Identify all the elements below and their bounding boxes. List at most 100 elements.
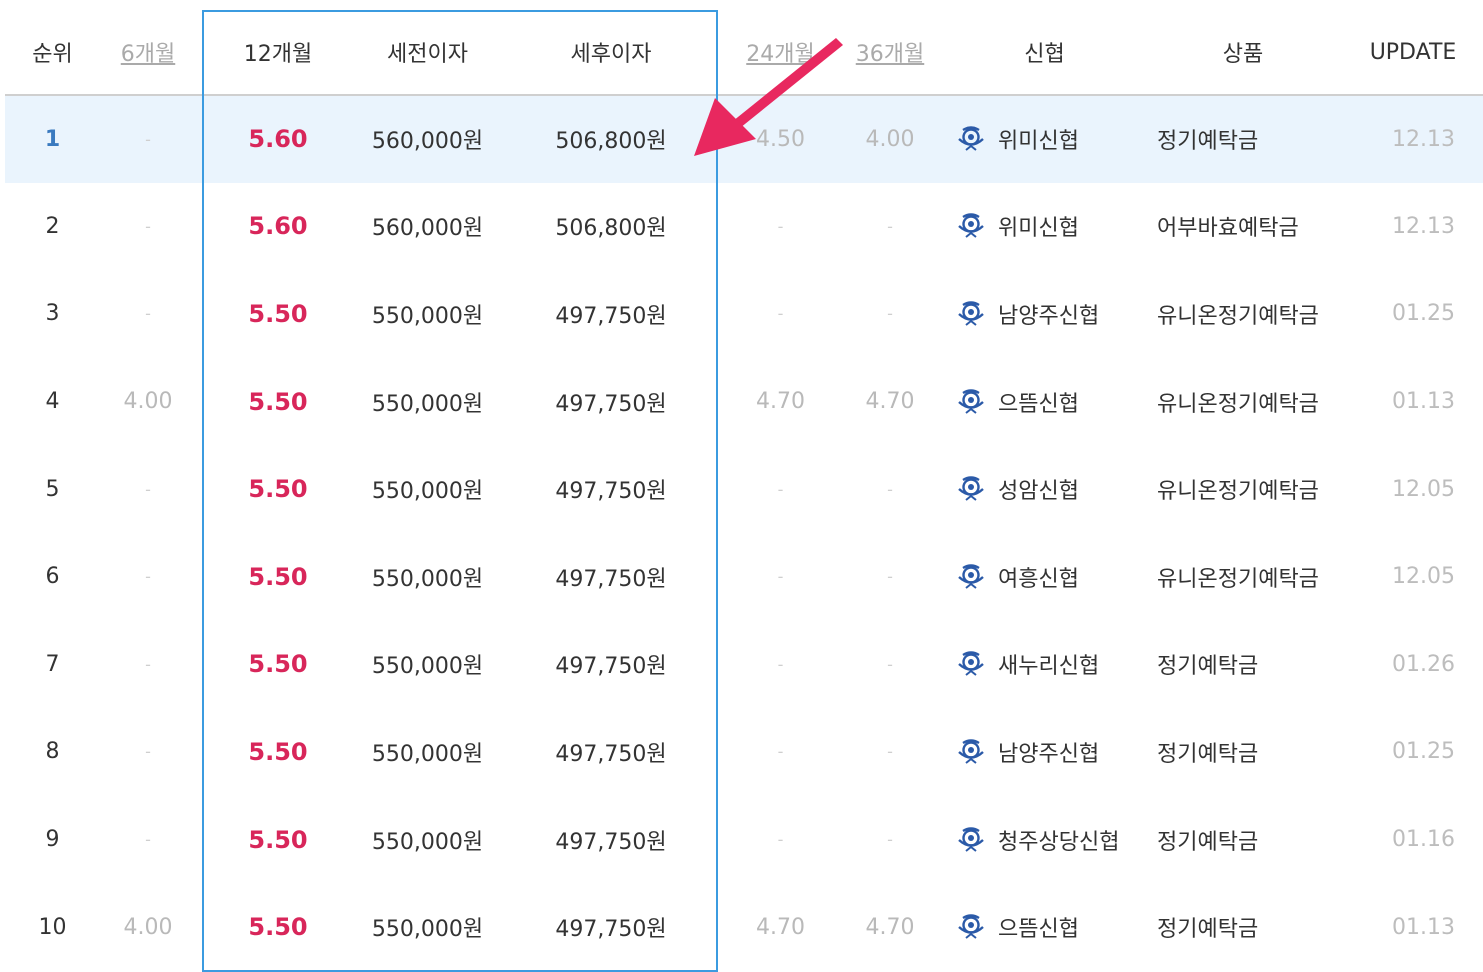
aftertax-interest-cell: 497,750원 [555,566,667,592]
rate-24m-cell: - [777,654,784,674]
pretax-interest-cell: 550,000원 [371,566,484,592]
bank-cell: 으뜸신협 [946,358,1143,446]
credit-union-logo-icon [956,912,986,942]
aftertax-interest-cell: 497,750원 [555,741,667,767]
update-cell: 12.05 [1392,564,1455,590]
table-row[interactable]: 2 - 5.60 560,000원 506,800원 - - 위미신협 어부바효예탁금 12.13 [5,183,1483,271]
product-cell: 어부바효예탁금 [1157,216,1299,242]
bank-name[interactable]: 남양주신협 [998,742,1099,767]
deposit-rate-table: 순위 6개월 12개월 세전이자 세후이자 24개월 36개월 신협 상품 UP… [5,10,1483,971]
aftertax-interest-cell: 506,800원 [495,95,727,183]
rank-cell: 2 [45,213,60,239]
table-row[interactable]: 9 - 5.50 550,000원 497,750원 - - 청주상당신협 정기예탁금 01.16 [5,796,1483,884]
credit-union-logo-icon [956,649,986,679]
rate-6m-cell: - [145,567,151,587]
pretax-interest-cell: 550,000원 [371,829,484,855]
aftertax-interest-cell: 497,750원 [555,654,667,680]
aftertax-interest-cell: 497,750원 [555,303,667,329]
product-cell: 정기예탁금 [1157,741,1259,767]
rate-12m-cell: 5.50 [248,913,308,942]
rank-cell: 9 [45,827,60,853]
rate-6m-cell: - [145,216,151,236]
rank-cell: 3 [45,301,60,327]
bank-name[interactable]: 위미신협 [998,129,1079,154]
table-row[interactable]: 3 - 5.50 550,000원 497,750원 - - 남양주신협 유니온정기예탁금 01.… [5,270,1483,358]
pretax-interest-cell: 550,000원 [371,917,484,943]
rank-cell: 8 [45,739,60,765]
rate-36m-cell: - [887,479,893,499]
pretax-interest-cell: 550,000원 [371,391,484,417]
rate-6m-cell: - [145,479,151,499]
bank-name[interactable]: 으뜸신협 [998,392,1079,417]
update-cell: 01.13 [1392,389,1455,415]
col-bank-header: 신협 [946,10,1143,96]
rate-12m-cell: 5.60 [248,212,308,241]
product-cell: 유니온정기예탁금 [1157,479,1319,505]
rank-cell: 10 [38,914,67,940]
bank-cell: 남양주신협 [946,708,1143,796]
bank-name[interactable]: 청주상당신협 [998,830,1119,855]
update-cell: 01.25 [1392,739,1455,765]
rate-6m-cell: - [145,742,151,762]
bank-name[interactable]: 여흥신협 [998,567,1079,592]
col-36m-link[interactable]: 36개월 [834,10,946,96]
table-row[interactable]: 6 - 5.50 550,000원 497,750원 - - 여흥신협 유니온정기예탁금 12.0… [5,533,1483,621]
table-row[interactable]: 8 - 5.50 550,000원 497,750원 - - 남양주신협 정기예탁금 01.25 [5,708,1483,796]
bank-cell: 여흥신협 [946,533,1143,621]
rate-6m-cell: - [145,304,151,324]
col-24m-link[interactable]: 24개월 [727,10,834,96]
col-update-header: UPDATE [1343,10,1483,96]
update-cell: 12.13 [1343,95,1483,183]
rate-6m-cell: 4.00 [123,914,173,940]
col-12m-header[interactable]: 12개월 [196,10,360,96]
table-row[interactable]: 7 - 5.50 550,000원 497,750원 - - 새누리신협 정기예탁금 01.26 [5,621,1483,709]
col-pretax-header: 세전이자 [360,10,495,96]
product-cell: 정기예탁금 [1157,917,1259,943]
rate-24m-cell: 4.50 [727,95,834,183]
product-cell: 유니온정기예탁금 [1157,303,1319,329]
bank-name[interactable]: 남양주신협 [998,304,1099,329]
rate-12m-cell: 5.50 [248,475,308,504]
rate-36m-cell: - [887,304,893,324]
rate-36m-cell: - [887,742,893,762]
aftertax-interest-cell: 497,750원 [555,479,667,505]
rate-12m-cell: 5.50 [248,562,308,591]
credit-union-logo-icon [956,387,986,417]
bank-cell: 위미신협 [946,95,1143,183]
bank-cell: 으뜸신협 [946,883,1143,971]
bank-name[interactable]: 성암신협 [998,479,1079,504]
bank-name[interactable]: 새누리신협 [998,654,1099,679]
bank-cell: 위미신협 [946,183,1143,271]
credit-union-logo-icon [956,825,986,855]
table-row[interactable]: 1-5.60 560,000원 506,800원 4.50 4.00 위미신협 정기예탁금 1… [5,95,1483,183]
rate-12m-cell: 5.50 [248,737,308,766]
update-cell: 01.25 [1392,301,1455,327]
rank-cell: 1 [5,95,100,183]
rate-24m-cell: - [777,830,784,850]
rate-6m-cell: - [100,95,196,183]
rate-24m-cell: - [777,479,784,499]
rate-6m-cell: - [145,654,151,674]
rate-36m-cell: - [887,654,893,674]
col-rank-header: 순위 [5,10,100,96]
rate-24m-cell: 4.70 [756,389,805,415]
product-cell: 유니온정기예탁금 [1157,391,1319,417]
bank-name[interactable]: 으뜸신협 [998,917,1079,942]
rate-12m-cell: 5.60 [196,95,360,183]
rate-12m-cell: 5.50 [248,825,308,854]
table-row[interactable]: 4 4.00 5.50 550,000원 497,750원 4.70 4.70 으뜸신협 유니온… [5,358,1483,446]
bank-name[interactable]: 위미신협 [998,216,1079,241]
col-6m-link[interactable]: 6개월 [100,10,196,96]
product-cell: 유니온정기예탁금 [1157,566,1319,592]
bank-cell: 새누리신협 [946,621,1143,709]
bank-cell: 남양주신협 [946,270,1143,358]
rank-cell: 7 [45,651,60,677]
col-aftertax-header: 세후이자 [495,10,727,96]
update-cell: 01.16 [1392,827,1455,853]
rate-24m-cell: - [777,742,784,762]
rate-6m-cell: - [145,830,151,850]
table-row[interactable]: 10 4.00 5.50 550,000원 497,750원 4.70 4.70 으뜸신협 정기… [5,883,1483,971]
credit-union-logo-icon [956,562,986,592]
product-cell: 정기예탁금 [1157,654,1259,680]
table-row[interactable]: 5 - 5.50 550,000원 497,750원 - - 성암신협 유니온정기예탁금 12.0… [5,445,1483,533]
